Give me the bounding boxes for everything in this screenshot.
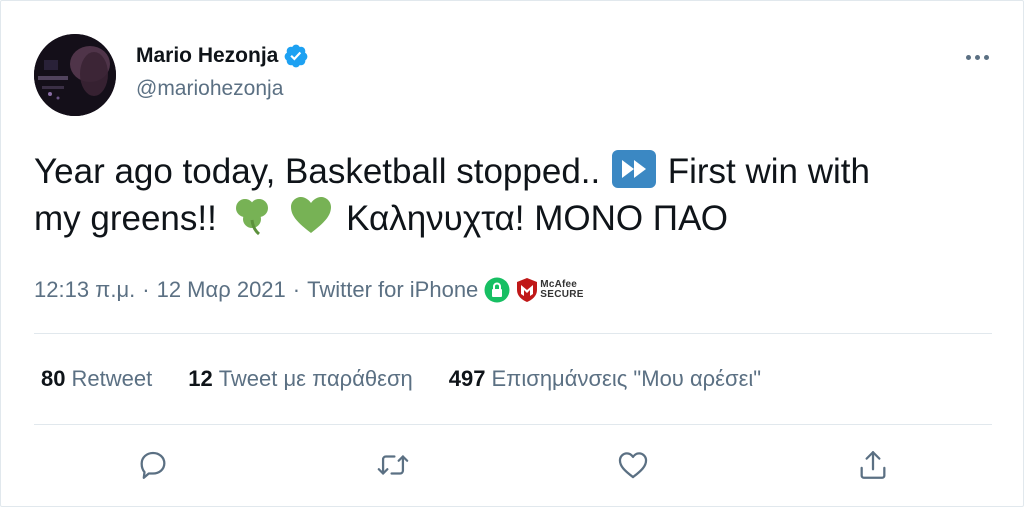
retweet-icon[interactable] bbox=[373, 445, 413, 485]
more-options-icon[interactable] bbox=[961, 45, 993, 69]
author-name-row[interactable]: Mario Hezonja bbox=[136, 43, 309, 69]
author-handle[interactable]: @mariohezonja bbox=[136, 77, 283, 101]
stat-label: Retweet bbox=[71, 366, 153, 391]
stat-count: 80 bbox=[41, 366, 66, 391]
tweet-text: Year ago today, Basketball stopped.. Fir… bbox=[34, 149, 994, 241]
author-name[interactable]: Mario Hezonja bbox=[136, 44, 278, 68]
verified-badge-icon bbox=[283, 43, 309, 69]
fast-forward-icon bbox=[611, 150, 656, 188]
tweet-text-line1b: First win with bbox=[667, 152, 870, 191]
share-icon[interactable] bbox=[853, 445, 893, 485]
retweet-count-stat[interactable]: 80 Retweet bbox=[41, 366, 152, 392]
meta-separator: · bbox=[142, 277, 150, 302]
tweet-text-line1a: Year ago today, Basketball stopped.. bbox=[34, 152, 601, 191]
tweet-text-line2a: my greens!! bbox=[34, 199, 217, 238]
stat-label: Tweet με παράθεση bbox=[218, 366, 413, 391]
mcafee-secure-label: SECURE bbox=[540, 289, 584, 300]
stat-count: 497 bbox=[448, 366, 486, 391]
meta-separator: · bbox=[292, 277, 301, 302]
tweet-text-line2b: Καληνυχτα! ΜΟΝΟ ΠΑΟ bbox=[346, 199, 728, 238]
tweet-source[interactable]: Twitter for iPhone bbox=[307, 277, 478, 303]
quote-tweet-count-stat[interactable]: 12 Tweet με παράθεση bbox=[188, 366, 413, 392]
reply-icon[interactable] bbox=[133, 445, 173, 485]
tweet-stats: 80 Retweet 12 Tweet με παράθεση 497 Επισ… bbox=[41, 366, 797, 392]
tweet-card: Mario Hezonja @mariohezonja Year ago tod… bbox=[0, 0, 1024, 507]
divider bbox=[34, 424, 992, 425]
green-heart-icon bbox=[288, 194, 334, 236]
avatar[interactable] bbox=[34, 34, 116, 116]
tweet-meta: 12:13 π.μ. · 12 Μαρ 2021 · Twitter for i… bbox=[34, 276, 584, 304]
like-icon[interactable] bbox=[613, 445, 653, 485]
divider bbox=[34, 333, 992, 334]
tweet-time[interactable]: 12:13 π.μ. bbox=[34, 277, 135, 303]
stat-label: Επισημάνσεις "Μου αρέσει" bbox=[491, 366, 762, 391]
tweet-date[interactable]: 12 Μαρ 2021 bbox=[157, 277, 286, 303]
like-count-stat[interactable]: 497 Επισημάνσεις "Μου αρέσει" bbox=[449, 366, 761, 392]
lock-icon[interactable] bbox=[484, 277, 510, 303]
mcafee-shield-icon bbox=[516, 277, 538, 303]
stat-count: 12 bbox=[188, 366, 213, 391]
mcafee-secure-badge[interactable]: McAfee SECURE bbox=[516, 276, 583, 304]
shamrock-icon bbox=[229, 194, 275, 236]
action-bar bbox=[1, 445, 1024, 485]
